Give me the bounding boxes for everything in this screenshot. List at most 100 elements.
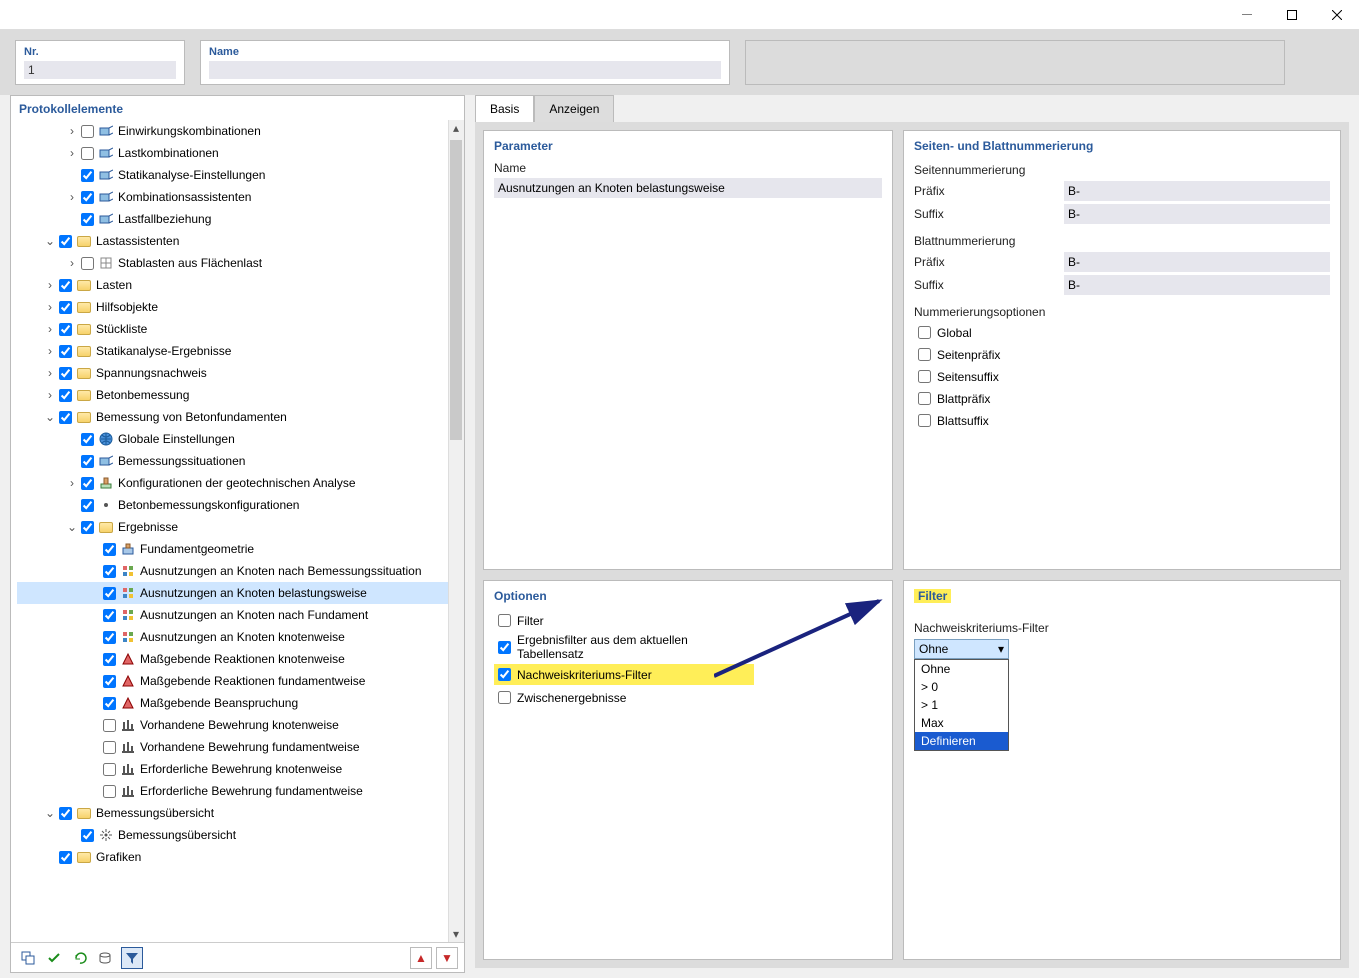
tree-expand-icon[interactable]: › bbox=[65, 120, 79, 142]
tree-checkbox[interactable] bbox=[103, 609, 116, 622]
tree-item[interactable]: Ausnutzungen an Knoten belastungsweise bbox=[17, 582, 464, 604]
tree-scrollbar[interactable]: ▴ ▾ bbox=[448, 120, 464, 942]
tree-item[interactable]: ›Stablasten aus Flächenlast bbox=[17, 252, 464, 274]
tree-expand-icon[interactable]: › bbox=[65, 186, 79, 208]
tree-checkbox[interactable] bbox=[59, 367, 72, 380]
toolbar-icon-2[interactable] bbox=[43, 947, 65, 969]
tree-checkbox[interactable] bbox=[81, 125, 94, 138]
tree-item[interactable]: ›Lastkombinationen bbox=[17, 142, 464, 164]
tree-checkbox[interactable] bbox=[103, 675, 116, 688]
tree-collapse-icon[interactable]: ⌄ bbox=[43, 406, 57, 428]
tree-checkbox[interactable] bbox=[103, 653, 116, 666]
option-checkbox[interactable] bbox=[498, 641, 511, 654]
tree-item[interactable]: Fundamentgeometrie bbox=[17, 538, 464, 560]
tree-checkbox[interactable] bbox=[59, 323, 72, 336]
tree-checkbox[interactable] bbox=[81, 191, 94, 204]
tab-basis[interactable]: Basis bbox=[475, 95, 534, 122]
filter-option[interactable]: > 1 bbox=[915, 696, 1008, 714]
tree-item[interactable]: Globale Einstellungen bbox=[17, 428, 464, 450]
tree-item[interactable]: ›Statikanalyse-Ergebnisse bbox=[17, 340, 464, 362]
tree-item[interactable]: Vorhandene Bewehrung knotenweise bbox=[17, 714, 464, 736]
tree-checkbox[interactable] bbox=[103, 763, 116, 776]
scroll-down-icon[interactable]: ▾ bbox=[448, 926, 464, 942]
filter-option[interactable]: Definieren bbox=[915, 732, 1008, 750]
tree-item[interactable]: ⌄Bemessungsübersicht bbox=[17, 802, 464, 824]
move-up-button[interactable]: ▲ bbox=[410, 947, 432, 969]
tree-checkbox[interactable] bbox=[81, 147, 94, 160]
page-suffix-input[interactable] bbox=[1064, 204, 1330, 224]
numbering-opt-checkbox[interactable] bbox=[918, 414, 931, 427]
close-button[interactable] bbox=[1314, 0, 1359, 30]
tree-item[interactable]: Maßgebende Reaktionen fundamentweise bbox=[17, 670, 464, 692]
tree-item[interactable]: ›Konfigurationen der geotechnischen Anal… bbox=[17, 472, 464, 494]
tree-checkbox[interactable] bbox=[103, 719, 116, 732]
option-checkbox[interactable] bbox=[498, 691, 511, 704]
tree-checkbox[interactable] bbox=[103, 697, 116, 710]
tree-item[interactable]: ›Hilfsobjekte bbox=[17, 296, 464, 318]
maximize-button[interactable] bbox=[1269, 0, 1314, 30]
tree-item[interactable]: Lastfallbeziehung bbox=[17, 208, 464, 230]
tree-checkbox[interactable] bbox=[81, 433, 94, 446]
tree-item[interactable]: Grafiken bbox=[17, 846, 464, 868]
tree-item[interactable]: ⌄Bemessung von Betonfundamenten bbox=[17, 406, 464, 428]
numbering-opt-checkbox[interactable] bbox=[918, 348, 931, 361]
name-value[interactable] bbox=[209, 61, 721, 79]
tree-item[interactable]: ›Kombinationsassistenten bbox=[17, 186, 464, 208]
tree-item[interactable]: ›Stückliste bbox=[17, 318, 464, 340]
tree-checkbox[interactable] bbox=[81, 455, 94, 468]
filter-dropdown[interactable]: Ohne ▾ bbox=[914, 639, 1009, 659]
tree-checkbox[interactable] bbox=[81, 829, 94, 842]
tree-checkbox[interactable] bbox=[59, 807, 72, 820]
tree-item[interactable]: Statikanalyse-Einstellungen bbox=[17, 164, 464, 186]
move-down-button[interactable]: ▼ bbox=[436, 947, 458, 969]
tree-item[interactable]: Bemessungsübersicht bbox=[17, 824, 464, 846]
toolbar-icon-3[interactable] bbox=[69, 947, 91, 969]
tree-collapse-icon[interactable]: ⌄ bbox=[43, 802, 57, 824]
tree[interactable]: ›Einwirkungskombinationen›Lastkombinatio… bbox=[17, 120, 464, 868]
tree-expand-icon[interactable]: › bbox=[43, 340, 57, 362]
sheet-prefix-input[interactable] bbox=[1064, 252, 1330, 272]
tree-checkbox[interactable] bbox=[81, 477, 94, 490]
tree-item[interactable]: Maßgebende Beanspruchung bbox=[17, 692, 464, 714]
tree-expand-icon[interactable]: › bbox=[65, 142, 79, 164]
tree-expand-icon[interactable]: › bbox=[43, 274, 57, 296]
tree-checkbox[interactable] bbox=[103, 741, 116, 754]
tree-checkbox[interactable] bbox=[59, 235, 72, 248]
tree-item[interactable]: ⌄Ergebnisse bbox=[17, 516, 464, 538]
tree-collapse-icon[interactable]: ⌄ bbox=[65, 516, 79, 538]
tree-item[interactable]: Bemessungssituationen bbox=[17, 450, 464, 472]
param-name-value[interactable] bbox=[494, 178, 882, 198]
tree-item[interactable]: Betonbemessungskonfigurationen bbox=[17, 494, 464, 516]
tree-item[interactable]: Ausnutzungen an Knoten nach Fundament bbox=[17, 604, 464, 626]
filter-option[interactable]: > 0 bbox=[915, 678, 1008, 696]
tree-checkbox[interactable] bbox=[59, 851, 72, 864]
tree-expand-icon[interactable]: › bbox=[43, 362, 57, 384]
tree-item[interactable]: Erforderliche Bewehrung knotenweise bbox=[17, 758, 464, 780]
tree-item[interactable]: ›Einwirkungskombinationen bbox=[17, 120, 464, 142]
numbering-opt-checkbox[interactable] bbox=[918, 370, 931, 383]
tree-checkbox[interactable] bbox=[81, 213, 94, 226]
page-prefix-input[interactable] bbox=[1064, 181, 1330, 201]
tree-expand-icon[interactable]: › bbox=[43, 296, 57, 318]
toolbar-icon-4[interactable] bbox=[95, 947, 117, 969]
tree-checkbox[interactable] bbox=[59, 301, 72, 314]
tree-checkbox[interactable] bbox=[81, 169, 94, 182]
tree-expand-icon[interactable]: › bbox=[43, 384, 57, 406]
toolbar-filter-icon[interactable] bbox=[121, 947, 143, 969]
option-checkbox[interactable] bbox=[498, 614, 511, 627]
tree-item[interactable]: ⌄Lastassistenten bbox=[17, 230, 464, 252]
tree-item[interactable]: Vorhandene Bewehrung fundamentweise bbox=[17, 736, 464, 758]
tree-checkbox[interactable] bbox=[81, 499, 94, 512]
tree-checkbox[interactable] bbox=[59, 279, 72, 292]
tree-item[interactable]: Ausnutzungen an Knoten nach Bemessungssi… bbox=[17, 560, 464, 582]
option-checkbox[interactable] bbox=[498, 668, 511, 681]
numbering-opt-checkbox[interactable] bbox=[918, 326, 931, 339]
tree-item[interactable]: ›Spannungsnachweis bbox=[17, 362, 464, 384]
tree-checkbox[interactable] bbox=[59, 345, 72, 358]
tree-expand-icon[interactable]: › bbox=[65, 252, 79, 274]
tree-item[interactable]: Ausnutzungen an Knoten knotenweise bbox=[17, 626, 464, 648]
numbering-opt-checkbox[interactable] bbox=[918, 392, 931, 405]
tree-checkbox[interactable] bbox=[103, 587, 116, 600]
tree-checkbox[interactable] bbox=[103, 631, 116, 644]
tree-checkbox[interactable] bbox=[103, 565, 116, 578]
